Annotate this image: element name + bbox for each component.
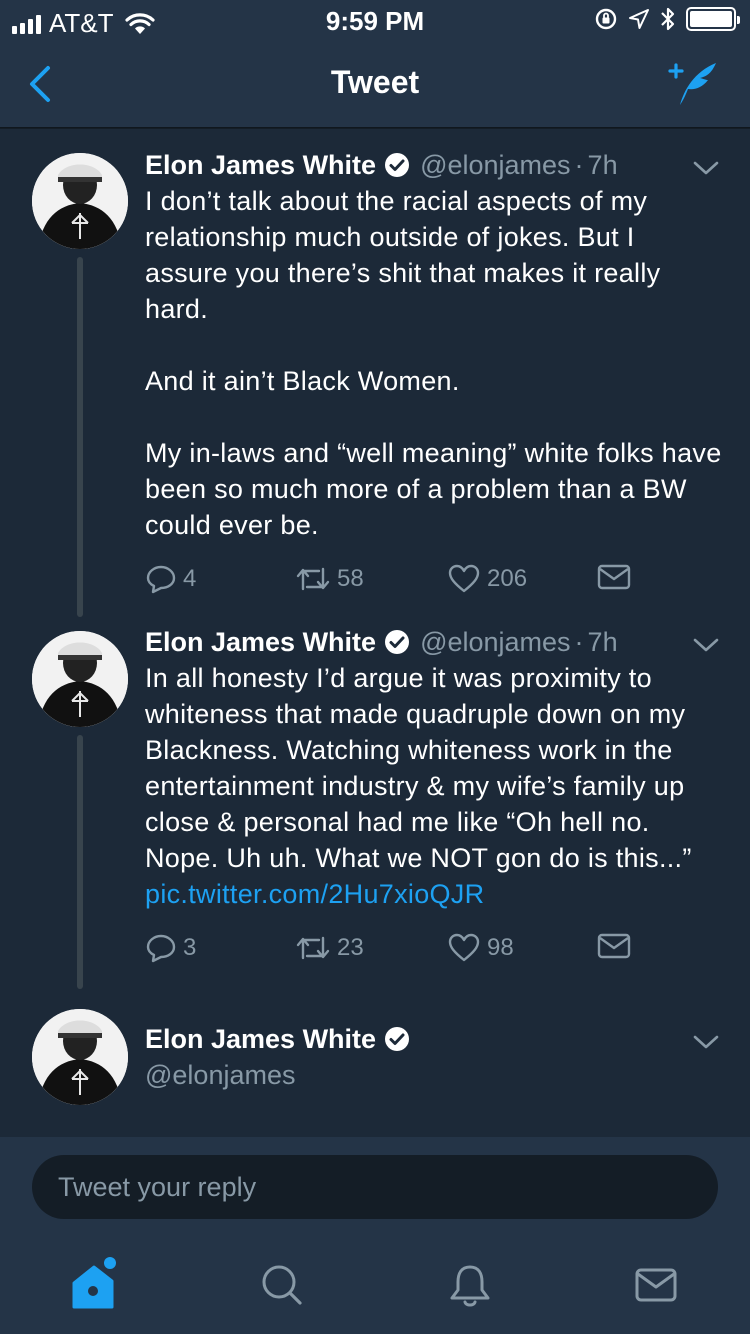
compose-tweet-icon — [668, 63, 716, 105]
reply-count: 3 — [183, 934, 197, 961]
tweet-text: I don’t talk about the racial aspects of… — [145, 186, 722, 540]
mail-icon — [597, 564, 631, 590]
status-bar: AT&T 9:59 PM — [0, 0, 750, 40]
rotation-lock-icon — [595, 8, 617, 30]
media-link[interactable]: pic.twitter.com/2Hu7xioQJR — [145, 879, 484, 909]
tweet-1[interactable]: Elon James White @elonjames · 7h I don’t… — [0, 129, 750, 619]
bluetooth-icon — [661, 7, 675, 31]
notifications-icon — [450, 1265, 490, 1307]
avatar[interactable] — [32, 153, 128, 249]
tweet-actions: 3 23 98 — [145, 932, 645, 968]
verified-badge-icon — [385, 630, 410, 654]
tweet-thread[interactable]: Elon James White @elonjames · 7h I don’t… — [0, 129, 750, 1137]
tab-search[interactable] — [252, 1255, 312, 1315]
like-count: 206 — [487, 565, 528, 592]
author-name[interactable]: Elon James White — [145, 627, 376, 658]
tweet-timestamp[interactable]: 7h — [588, 150, 618, 181]
reply-bar: Tweet your reply — [0, 1137, 750, 1237]
compose-tweet-button[interactable] — [666, 58, 722, 110]
direct-message-button[interactable] — [597, 932, 637, 960]
verified-badge-icon — [385, 153, 410, 177]
tab-messages[interactable] — [626, 1255, 686, 1315]
messages-icon — [635, 1268, 677, 1302]
tweet-text-body: In all honesty I’d argue it was proximit… — [145, 663, 692, 873]
chevron-down-icon[interactable] — [692, 636, 720, 654]
location-icon — [629, 9, 649, 29]
battery-fill — [690, 11, 732, 27]
tweet-3[interactable]: Elon James White @elonjames — [0, 989, 750, 1137]
chevron-down-icon[interactable] — [692, 1033, 720, 1051]
search-icon — [262, 1265, 302, 1305]
tab-bar — [0, 1237, 750, 1334]
separator-dot: · — [574, 149, 584, 180]
retweet-button[interactable]: 58 — [295, 563, 364, 595]
mail-icon — [597, 933, 631, 959]
retweet-count: 23 — [337, 934, 364, 961]
reply-button[interactable]: 4 — [145, 563, 196, 595]
avatar-image — [32, 153, 128, 249]
nav-header: AT&T 9:59 PM Tweet — [0, 0, 750, 128]
like-button[interactable]: 206 — [447, 563, 527, 595]
avatar[interactable] — [32, 631, 128, 727]
retweet-icon — [296, 936, 330, 960]
battery-icon — [686, 7, 740, 31]
reply-button[interactable]: 3 — [145, 932, 196, 964]
reply-input[interactable]: Tweet your reply — [32, 1155, 718, 1219]
tweet-2[interactable]: Elon James White @elonjames · 7h In all … — [0, 619, 750, 989]
author-handle[interactable]: @elonjames — [145, 1057, 725, 1093]
author-handle[interactable]: @elonjames — [420, 150, 570, 181]
separator-dot: · — [574, 626, 584, 657]
like-button[interactable]: 98 — [447, 932, 514, 964]
author-name[interactable]: Elon James White — [145, 1024, 376, 1055]
reply-icon — [146, 934, 176, 963]
avatar-image — [32, 631, 128, 727]
heart-icon — [448, 933, 480, 962]
author-name[interactable]: Elon James White — [145, 150, 376, 181]
tweet-text: In all honesty I’d argue it was proximit… — [145, 660, 725, 912]
thread-connector — [77, 735, 83, 989]
thread-connector — [77, 257, 83, 617]
verified-badge-icon — [385, 1027, 410, 1051]
retweet-count: 58 — [337, 565, 364, 592]
reply-icon — [146, 565, 176, 594]
direct-message-button[interactable] — [597, 563, 637, 591]
like-count: 98 — [487, 934, 514, 961]
reply-count: 4 — [183, 565, 197, 592]
retweet-icon — [296, 567, 330, 591]
retweet-button[interactable]: 23 — [295, 932, 364, 964]
tab-notifications[interactable] — [440, 1255, 500, 1315]
avatar[interactable] — [32, 1009, 128, 1105]
tab-home[interactable] — [66, 1255, 126, 1315]
tweet-timestamp[interactable]: 7h — [588, 627, 618, 658]
tweet-actions: 4 58 206 — [145, 563, 645, 599]
home-icon — [72, 1257, 116, 1309]
author-handle[interactable]: @elonjames — [420, 627, 570, 658]
chevron-down-icon[interactable] — [692, 159, 720, 177]
avatar-image — [32, 1009, 128, 1105]
page-title: Tweet — [330, 64, 420, 100]
heart-icon — [448, 564, 480, 593]
